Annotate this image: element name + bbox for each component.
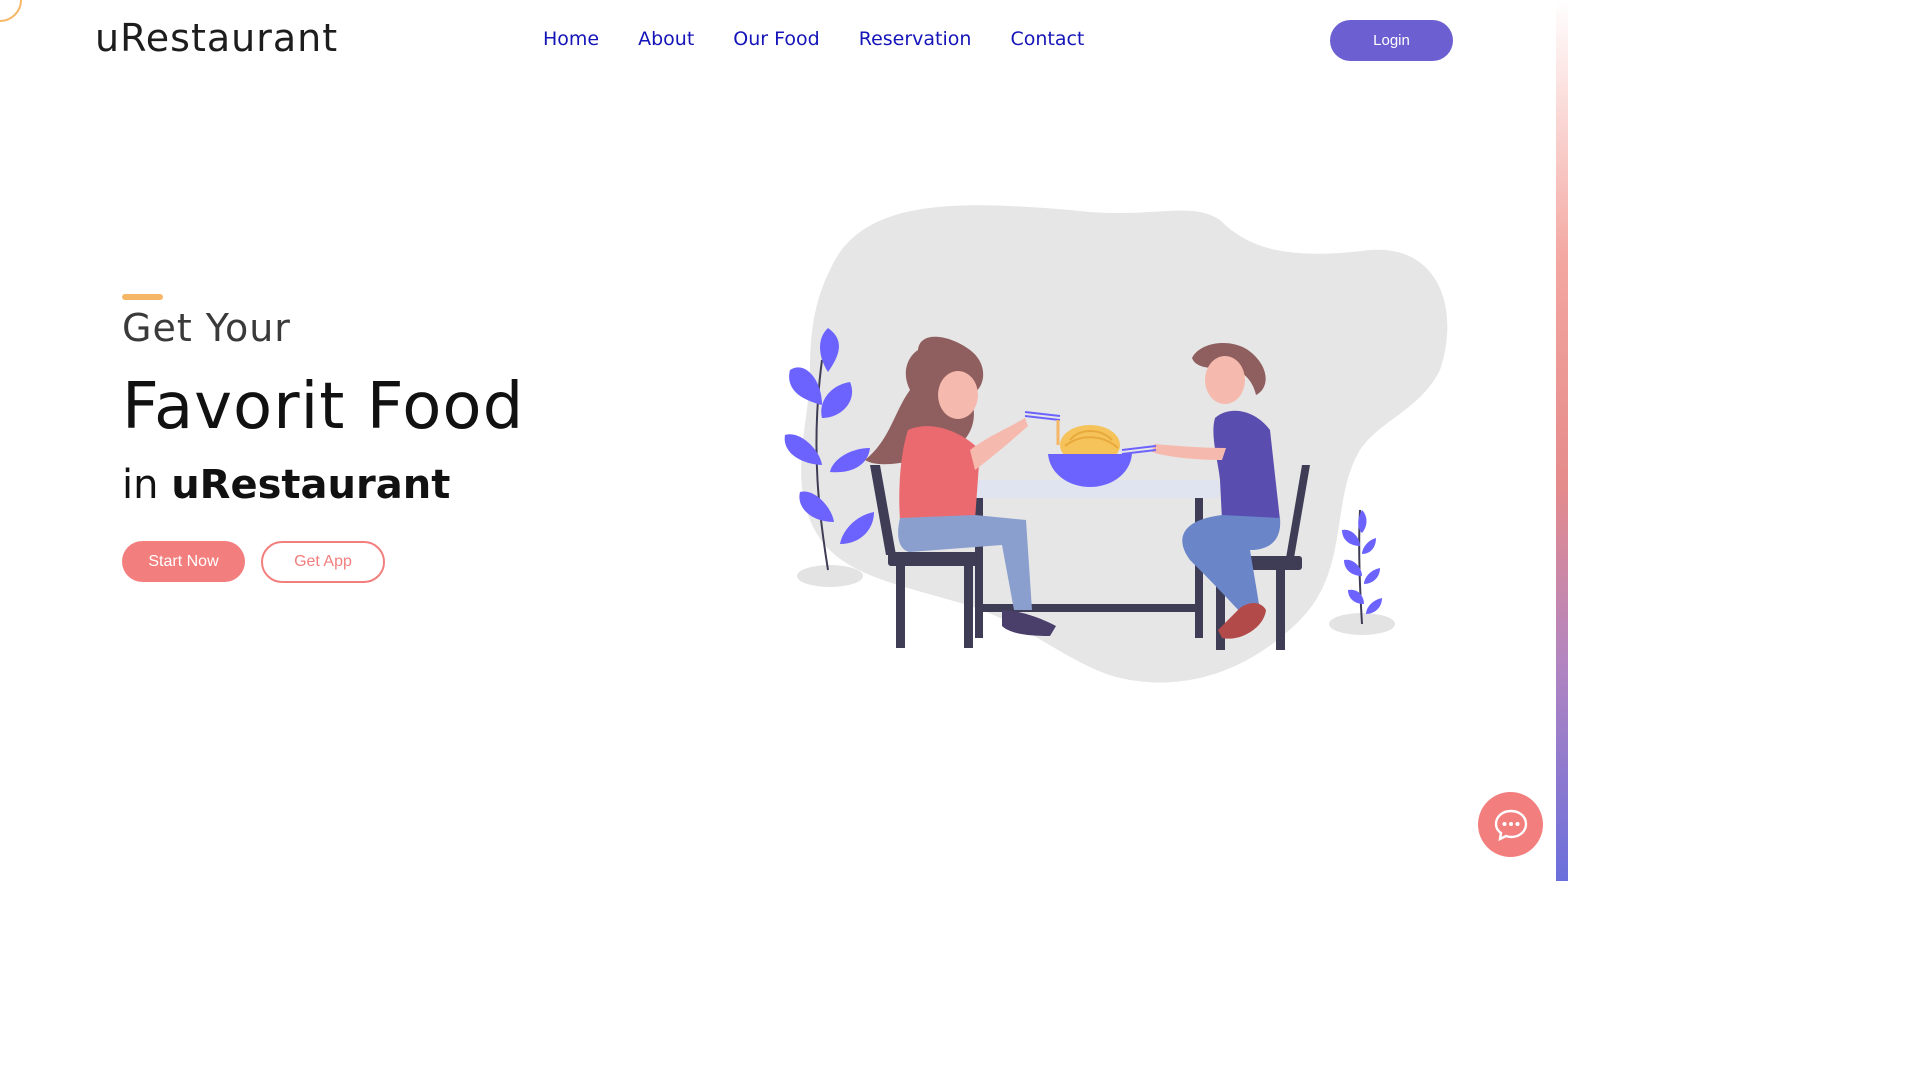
- leaf: [1362, 538, 1376, 554]
- corner-ring-decoration: [0, 0, 22, 22]
- plant-pot-shadow-left: [797, 565, 863, 587]
- leaf: [1364, 568, 1380, 584]
- nav-our-food[interactable]: Our Food: [733, 28, 819, 50]
- nav-reservation[interactable]: Reservation: [859, 28, 972, 50]
- nav-home[interactable]: Home: [543, 28, 599, 50]
- leaf: [1348, 589, 1364, 604]
- woman-body: [899, 426, 980, 520]
- dining-couple-illustration: [784, 205, 1448, 683]
- login-button[interactable]: Login: [1330, 20, 1453, 61]
- hero-accent-bar: [122, 294, 163, 300]
- chat-button[interactable]: [1478, 792, 1543, 857]
- start-now-button[interactable]: Start Now: [122, 541, 245, 582]
- main-nav: Home About Our Food Reservation Contact: [543, 28, 1123, 50]
- hero-title: Favorit Food: [122, 370, 525, 444]
- scrollbar-gradient[interactable]: [1556, 0, 1568, 881]
- nav-about[interactable]: About: [638, 28, 694, 50]
- logo[interactable]: uRestaurant: [95, 16, 338, 60]
- hero-tagline-prefix: in: [122, 462, 159, 508]
- hero-tagline: in uRestaurant: [122, 462, 450, 508]
- nav-contact[interactable]: Contact: [1010, 28, 1084, 50]
- hero-tagline-brand: uRestaurant: [171, 462, 451, 508]
- leaf: [1366, 598, 1382, 614]
- hero-subtitle: Get Your: [122, 306, 291, 350]
- page: uRestaurant Home About Our Food Reservat…: [0, 0, 1568, 881]
- chat-bubble-icon: [1494, 809, 1527, 841]
- leaf: [1342, 529, 1360, 546]
- get-app-button[interactable]: Get App: [261, 541, 385, 583]
